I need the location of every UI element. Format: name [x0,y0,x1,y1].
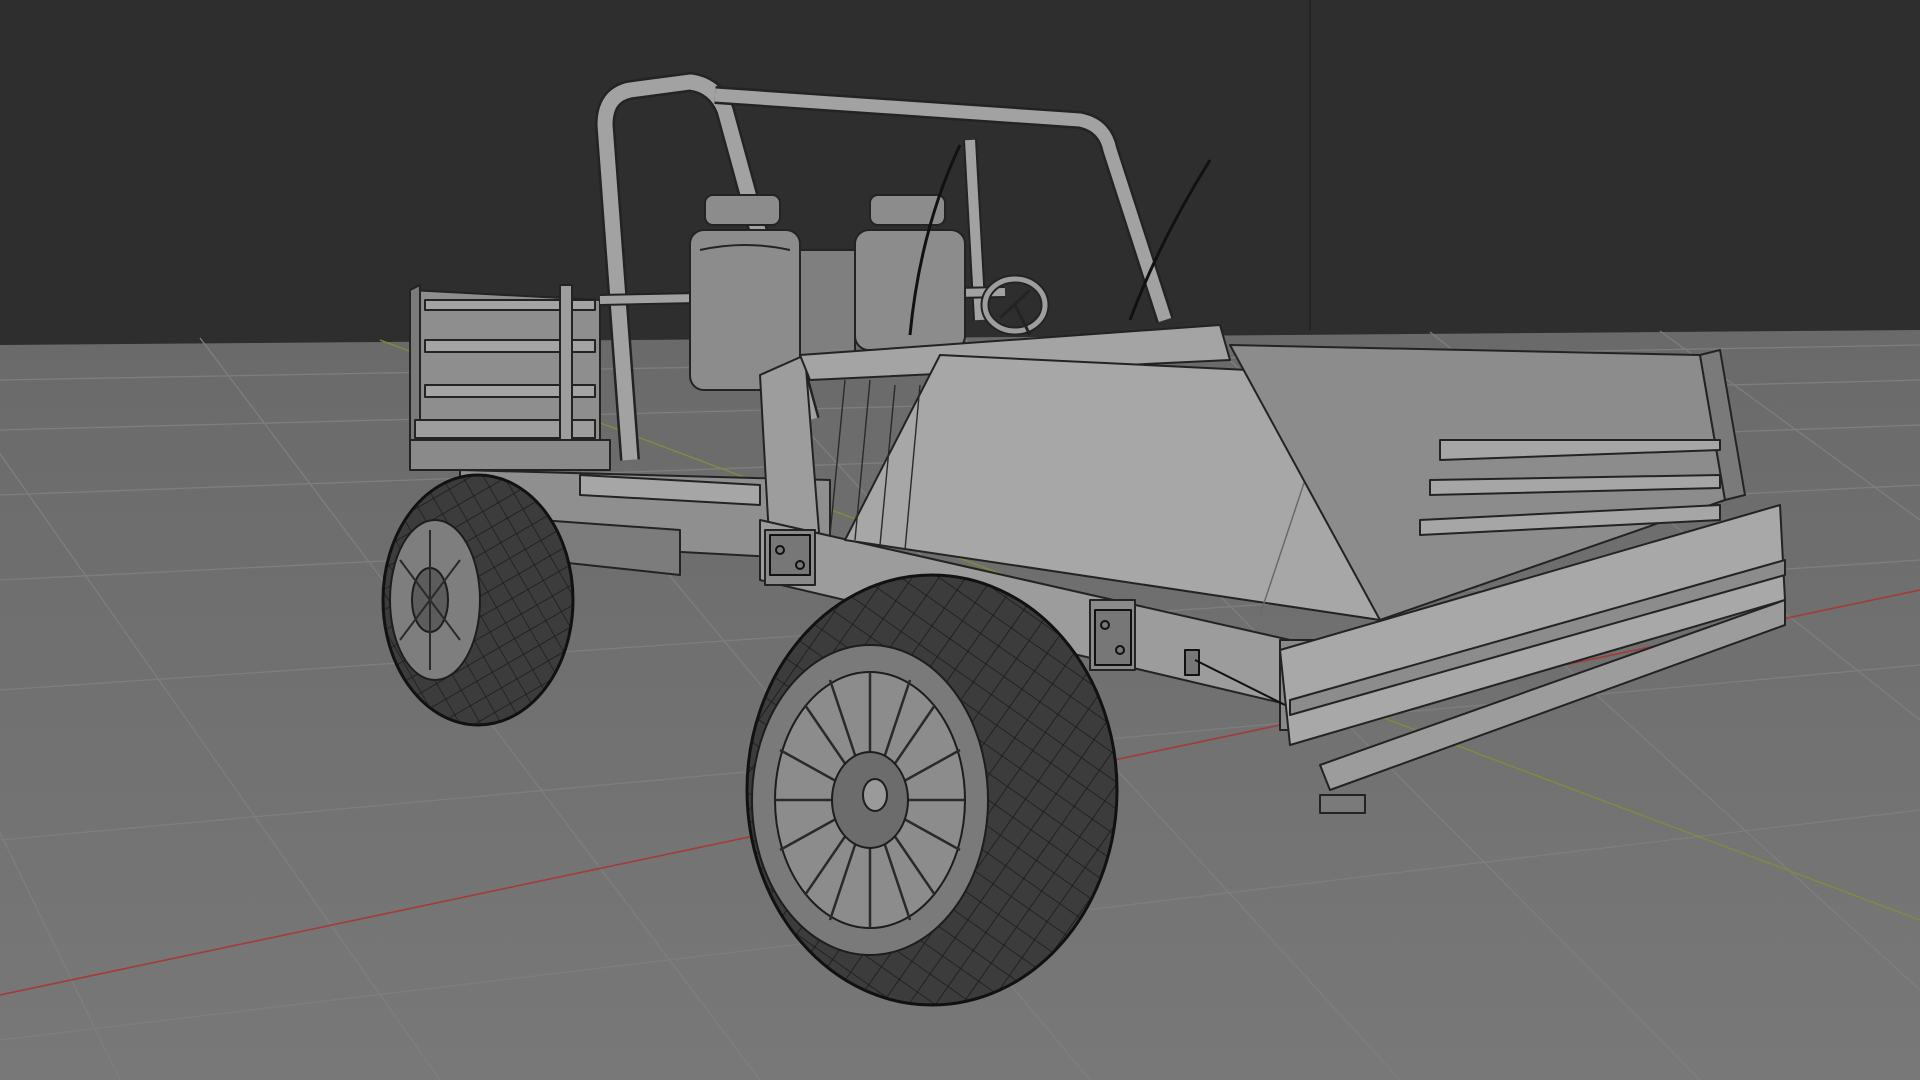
seat-divider [799,249,856,361]
front-wheel[interactable] [745,573,1119,1007]
3d-viewport[interactable] [0,0,1920,1080]
rear-cargo-rack[interactable] [409,284,611,471]
viewport-canvas[interactable] [0,0,1920,1080]
rear-wheel[interactable] [381,473,575,727]
